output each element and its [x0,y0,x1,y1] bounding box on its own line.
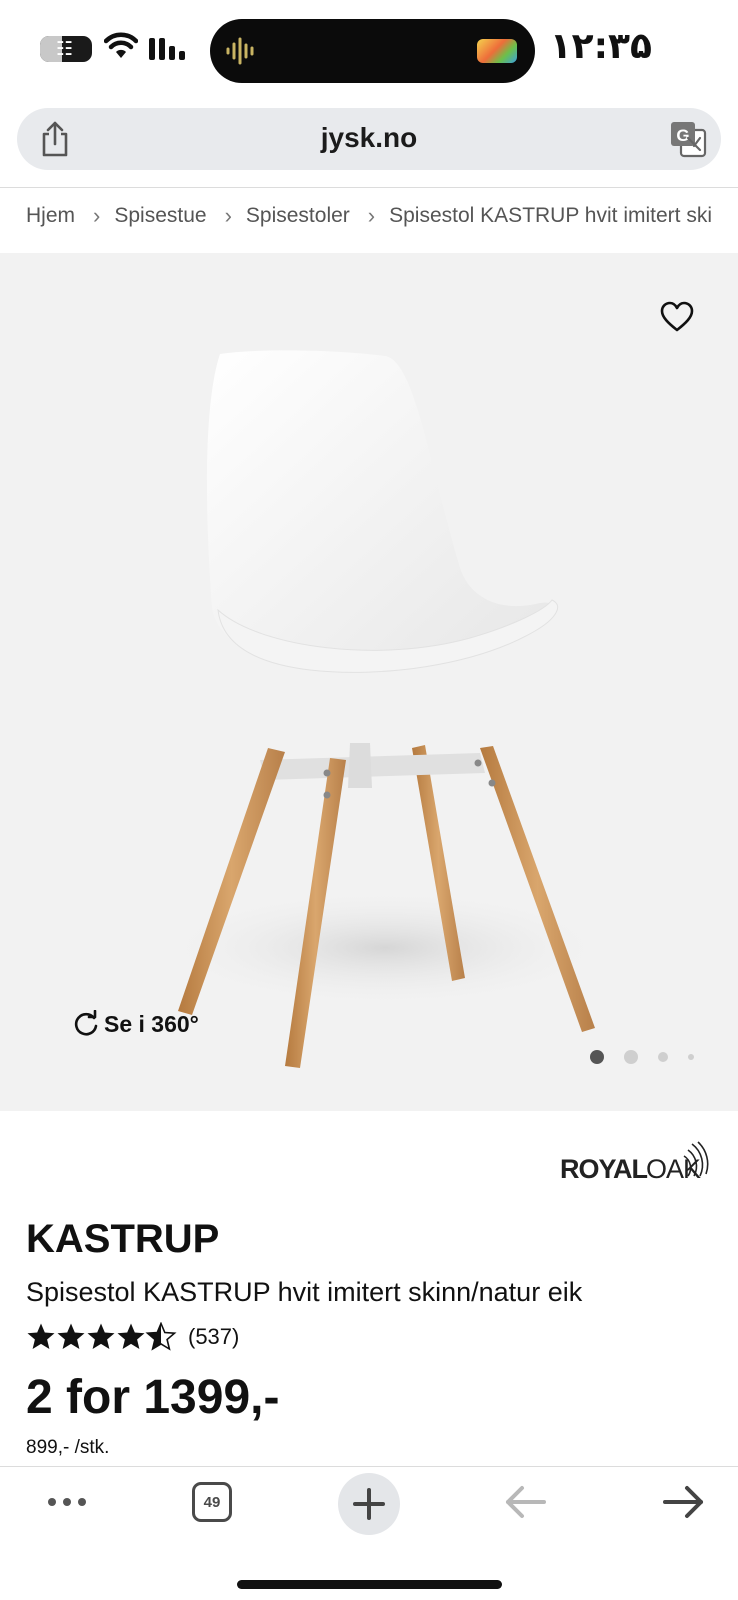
back-button[interactable] [491,1467,561,1537]
rating-stars [27,1322,176,1350]
live-activity-app-icon [477,39,517,63]
product-image-chair [155,350,610,1068]
product-subtitle: Spisestol KASTRUP hvit imitert skinn/nat… [26,1277,583,1307]
breadcrumb-separator: › [224,203,232,228]
back-arrow-icon [506,1486,546,1518]
breadcrumb-item-spisestue[interactable]: Spisestue [114,204,206,228]
address-bar[interactable]: jysk.no G [17,108,721,170]
breadcrumb-item-hjem[interactable]: Hjem [26,204,75,228]
tabs-icon: 49 [192,1482,232,1522]
carousel-dot[interactable] [624,1050,638,1064]
rotate-icon [74,1010,98,1036]
tab-count: 49 [203,1493,221,1511]
forward-button[interactable] [648,1467,718,1537]
battery-level: ☷ [56,38,74,60]
breadcrumb-separator: › [367,203,376,228]
battery-icon: ☷ [40,36,92,62]
tabs-button[interactable]: 49 [177,1467,247,1537]
status-bar: ☷ ۱۲:۳۵ [0,0,738,100]
breadcrumb-separator: › [93,203,101,228]
carousel-dot-active[interactable] [590,1050,604,1064]
star-icon [27,1323,55,1349]
svg-text:ROYAL: ROYAL [560,1154,648,1184]
breadcrumb-item-spisestoler[interactable]: Spisestoler [246,204,350,228]
translate-icon[interactable]: G [669,120,707,158]
star-icon [57,1323,85,1349]
new-tab-button[interactable] [338,1473,400,1535]
star-icon [87,1323,115,1349]
more-icon [48,1498,86,1506]
carousel-dot[interactable] [658,1052,668,1062]
heart-icon[interactable] [660,301,694,333]
forward-arrow-icon [663,1486,703,1518]
svg-text:OAK: OAK [646,1154,701,1184]
view-360-button[interactable]: Se i 360° [72,1008,199,1040]
star-icon [117,1323,145,1349]
url-text[interactable]: jysk.no [17,122,721,154]
rating-count[interactable]: (537) [188,1324,239,1350]
view-360-label: Se i 360° [104,1010,199,1037]
plus-icon [353,1488,385,1520]
header-divider [0,187,738,188]
breadcrumb: Hjem › Spisestue › Spisestoler › Spisestol KAS… [26,203,712,239]
home-indicator[interactable] [237,1580,502,1589]
star-half-icon [146,1322,176,1350]
product-image-carousel[interactable]: Se i 360° [0,253,738,1111]
wifi-icon [104,32,138,58]
audio-wave-icon [226,37,254,65]
brand-logo: ROYAL OAK [560,1141,709,1184]
dynamic-island[interactable] [210,19,535,83]
product-rating[interactable]: (537) [26,1320,239,1354]
signal-icon [149,38,185,60]
product-price: 2 for 1399,- [26,1371,280,1424]
status-time: ۱۲:۳۵ [549,26,652,67]
more-button[interactable] [32,1467,102,1537]
carousel-dots[interactable] [590,1050,714,1064]
product-title: KASTRUP [26,1217,220,1261]
carousel-dot[interactable] [688,1054,694,1060]
unit-price: 899,- /stk. [26,1437,110,1458]
breadcrumb-item-current[interactable]: Spisestol KASTRUP hvit imitert skinn/nat… [389,204,712,228]
svg-text:G: G [676,126,689,145]
